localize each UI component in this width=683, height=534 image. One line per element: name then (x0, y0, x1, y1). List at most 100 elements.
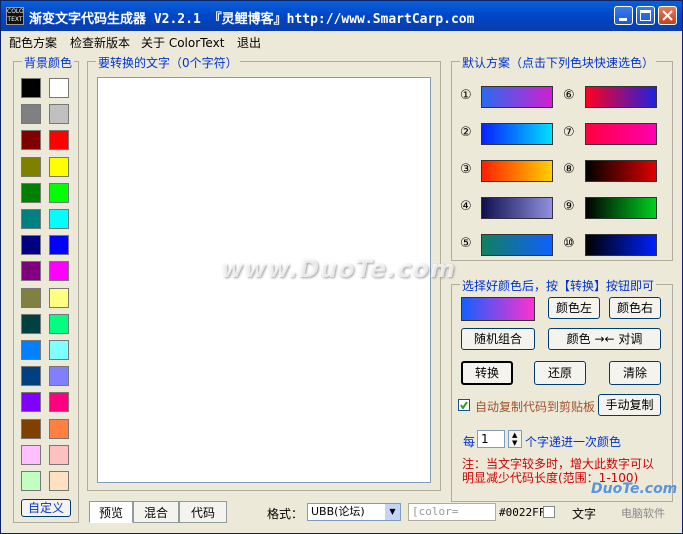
menu-exit[interactable]: 退出 (237, 34, 261, 51)
tab-preview[interactable]: 预览 (89, 501, 133, 523)
swatch-right-7[interactable] (49, 261, 69, 281)
close-icon (662, 10, 673, 21)
scheme-gradient-left-4[interactable] (481, 234, 553, 256)
convert-panel-title: 选择好颜色后，按【转换】按钮即可 (460, 277, 657, 294)
format-select-value: UBB(论坛) (311, 505, 365, 518)
title-bar[interactable]: COLOR TEXT 渐变文字代码生成器 V2.2.1 『灵鲤博客』http:/… (1, 1, 682, 31)
menu-color-scheme[interactable]: 配色方案 (9, 34, 57, 51)
menu-about[interactable]: 关于 ColorText (141, 34, 224, 51)
swatch-left-5[interactable] (21, 209, 41, 229)
color-left-button[interactable]: 颜色左 (548, 297, 600, 319)
maximize-button[interactable] (636, 6, 655, 25)
watermark: www.DuoTe.com (221, 255, 456, 283)
format-select[interactable]: UBB(论坛) ▼ (307, 503, 401, 521)
spin-down-icon: ▼ (512, 439, 518, 447)
swatch-right-3[interactable] (49, 157, 69, 177)
swatch-right-4[interactable] (49, 183, 69, 203)
step-spinner[interactable]: ▲ ▼ (508, 430, 522, 448)
swatch-right-2[interactable] (49, 130, 69, 150)
swatch-left-9[interactable] (21, 314, 41, 334)
app-window: COLOR TEXT 渐变文字代码生成器 V2.2.1 『灵鲤博客』http:/… (0, 0, 683, 534)
swatch-right-8[interactable] (49, 288, 69, 308)
scheme-number-right-1: ⑦ (563, 125, 575, 140)
scheme-gradient-right-4[interactable] (585, 234, 657, 256)
checkmark-icon (460, 401, 468, 410)
convert-button[interactable]: 转换 (461, 361, 513, 385)
scheme-number-right-3: ⑨ (563, 199, 575, 214)
text-panel-title: 要转换的文字（0个字符） (96, 54, 240, 71)
swatch-right-0[interactable] (49, 78, 69, 98)
manual-copy-button[interactable]: 手动复制 (598, 394, 661, 416)
swatch-left-12[interactable] (21, 392, 41, 412)
swatch-right-11[interactable] (49, 366, 69, 386)
scheme-number-right-0: ⑥ (563, 88, 575, 103)
step-input[interactable]: 1 (477, 430, 505, 448)
scheme-gradient-right-3[interactable] (585, 197, 657, 219)
swatch-left-3[interactable] (21, 157, 41, 177)
window-title: 渐变文字代码生成器 V2.2.1 『灵鲤博客』http://www.SmartC… (29, 12, 475, 27)
swatch-left-10[interactable] (21, 340, 41, 360)
spin-up-icon: ▲ (512, 431, 518, 439)
swatch-left-7[interactable] (21, 261, 41, 281)
swatch-left-8[interactable] (21, 288, 41, 308)
swatch-right-5[interactable] (49, 209, 69, 229)
restore-button[interactable]: 还原 (534, 361, 586, 385)
swatch-left-6[interactable] (21, 235, 41, 255)
random-combine-button[interactable]: 随机组合 (461, 328, 535, 350)
text-checkbox[interactable] (543, 506, 555, 518)
scheme-number-left-1: ② (460, 125, 472, 140)
format-label: 格式： (267, 507, 304, 521)
swatch-right-14[interactable] (49, 445, 69, 465)
swatch-right-12[interactable] (49, 392, 69, 412)
swatch-left-15[interactable] (21, 471, 41, 491)
current-gradient-preview[interactable] (461, 297, 535, 321)
auto-copy-label: 自动复制代码到剪贴板 (475, 400, 596, 414)
scheme-gradient-left-3[interactable] (481, 197, 553, 219)
preset-schemes-title: 默认方案（点击下列色块快速选色） (460, 54, 657, 71)
scheme-gradient-right-2[interactable] (585, 160, 657, 182)
scheme-number-right-4: ⑩ (563, 236, 575, 251)
every-prefix: 每 (463, 435, 476, 449)
every-suffix: 个字递进一次颜色 (525, 435, 622, 449)
code-preview-field[interactable]: [color= (408, 503, 496, 521)
scheme-gradient-left-0[interactable] (481, 86, 553, 108)
scheme-number-left-4: ⑤ (460, 236, 472, 251)
color-code-text: #0022FF (499, 506, 546, 519)
scheme-gradient-right-0[interactable] (585, 86, 657, 108)
swatch-right-9[interactable] (49, 314, 69, 334)
swatch-left-13[interactable] (21, 419, 41, 439)
swap-colors-button[interactable]: 颜色 →← 对调 (548, 328, 661, 350)
watermark-logo: DuoTe.com (591, 481, 678, 497)
tab-mix[interactable]: 混合 (133, 501, 179, 523)
menu-bar: 配色方案 检查新版本 关于 ColorText 退出 (1, 31, 682, 51)
color-right-button[interactable]: 颜色右 (609, 297, 661, 319)
swatch-left-4[interactable] (21, 183, 41, 203)
chevron-down-icon[interactable]: ▼ (385, 504, 400, 520)
scheme-gradient-right-1[interactable] (585, 123, 657, 145)
menu-check-update[interactable]: 检查新版本 (70, 34, 130, 51)
background-color-title: 背景颜色 (22, 54, 75, 71)
swatch-right-6[interactable] (49, 235, 69, 255)
swatch-left-1[interactable] (21, 104, 41, 124)
clear-button[interactable]: 清除 (609, 361, 661, 385)
minimize-button[interactable] (614, 6, 633, 25)
app-icon: COLOR TEXT (6, 7, 24, 25)
tab-code[interactable]: 代码 (179, 501, 227, 523)
swatch-left-2[interactable] (21, 130, 41, 150)
swatch-right-1[interactable] (49, 104, 69, 124)
text-label: 文字 (572, 507, 597, 521)
swatch-right-15[interactable] (49, 471, 69, 491)
scheme-number-left-3: ④ (460, 199, 472, 214)
maximize-icon (640, 10, 651, 21)
auto-copy-checkbox[interactable] (458, 399, 470, 411)
swatch-left-11[interactable] (21, 366, 41, 386)
scheme-gradient-left-1[interactable] (481, 123, 553, 145)
swatch-right-13[interactable] (49, 419, 69, 439)
swatch-right-10[interactable] (49, 340, 69, 360)
swatch-left-0[interactable] (21, 78, 41, 98)
scheme-number-right-2: ⑧ (563, 162, 575, 177)
swatch-left-14[interactable] (21, 445, 41, 465)
scheme-gradient-left-2[interactable] (481, 160, 553, 182)
close-button[interactable] (658, 6, 677, 25)
custom-color-button[interactable]: 自定义 (21, 499, 71, 517)
